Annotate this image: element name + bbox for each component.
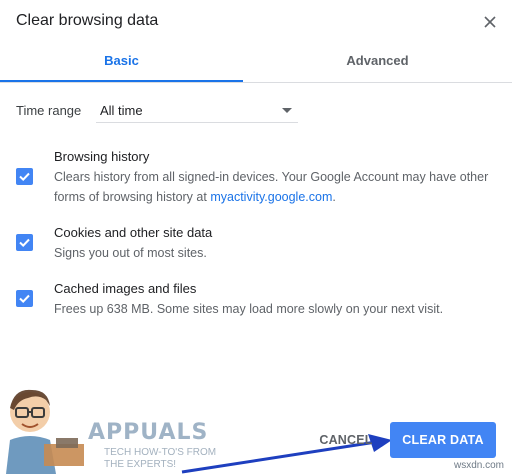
chevron-down-icon — [282, 108, 292, 113]
clear-browsing-data-dialog: Clear browsing data Basic Advanced Time … — [0, 0, 512, 474]
checkmark-icon — [19, 238, 30, 248]
tab-bar: Basic Advanced — [0, 44, 512, 83]
checkbox-cached-images[interactable] — [16, 290, 33, 307]
dialog-title: Clear browsing data — [16, 12, 159, 29]
item-title: Cookies and other site data — [54, 225, 213, 240]
item-title: Browsing history — [54, 149, 150, 164]
time-range-dropdown[interactable]: All time — [96, 98, 298, 123]
item-description: Clears history from all signed-in device… — [54, 167, 494, 207]
item-description: Frees up 638 MB. Some sites may load mor… — [54, 302, 444, 316]
time-range-value: All time — [100, 103, 143, 118]
tab-advanced[interactable]: Advanced — [256, 44, 499, 80]
checkmark-icon — [19, 294, 30, 304]
appuals-mascot-logo — [6, 389, 84, 474]
time-range-label: Time range — [16, 103, 82, 118]
myactivity-link[interactable]: myactivity.google.com — [210, 190, 332, 204]
cancel-button[interactable]: CANCEL — [306, 428, 386, 452]
close-icon[interactable] — [480, 12, 500, 32]
checkmark-icon — [19, 172, 30, 182]
site-watermark: wsxdn.com — [454, 460, 505, 471]
item-title: Cached images and files — [54, 281, 197, 296]
clear-data-button[interactable]: CLEAR DATA — [390, 422, 496, 458]
checkbox-cookies[interactable] — [16, 234, 33, 251]
description-suffix: . — [332, 190, 336, 204]
tab-basic[interactable]: Basic — [0, 44, 243, 82]
item-description: Signs you out of most sites. — [54, 246, 207, 260]
checkbox-browsing-history[interactable] — [16, 168, 33, 185]
